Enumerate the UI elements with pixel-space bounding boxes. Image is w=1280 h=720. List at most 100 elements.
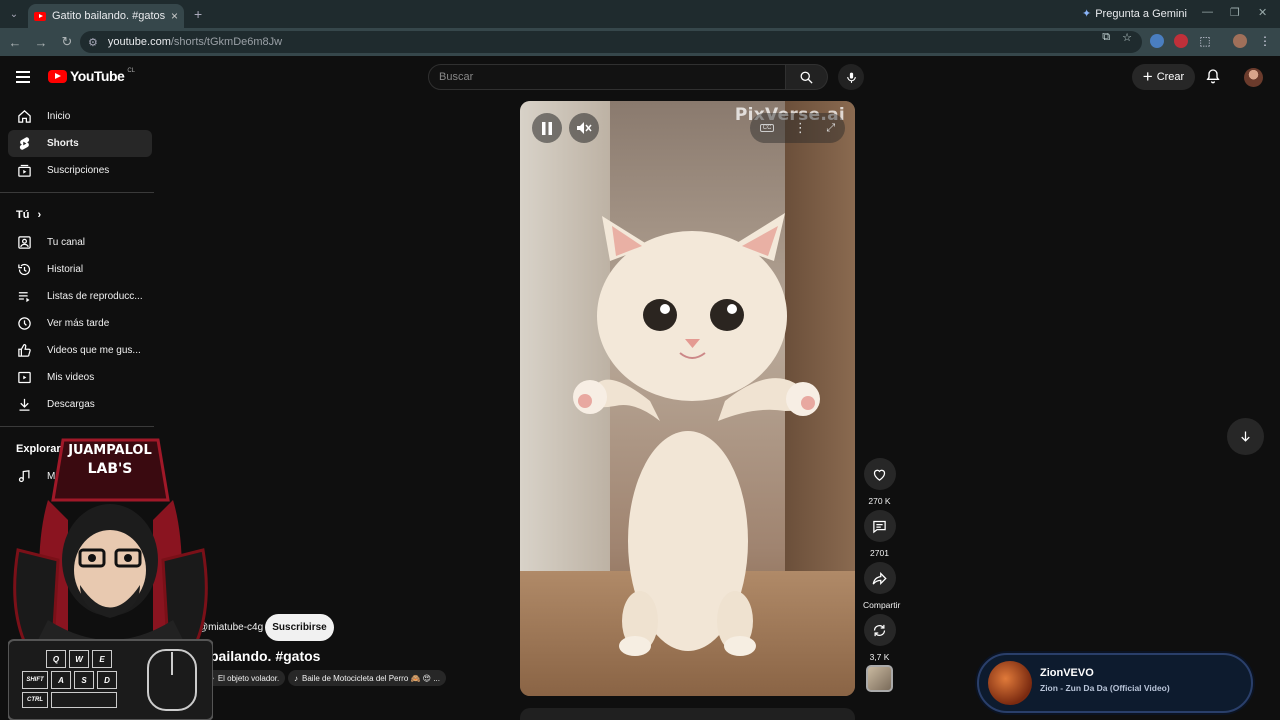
sidebar-item-historial[interactable]: Historial [8,256,152,283]
now-playing-popup[interactable]: ZionVEVO Zion - Zun Da Da (Official Vide… [977,653,1253,713]
sidebar-item-label: Listas de reproducc... [47,291,143,302]
search-input[interactable] [439,71,785,83]
url-host: youtube.com [107,36,171,48]
chip-label: El objeto volador. [217,673,280,683]
sidebar-item-videos-que-me-gustan[interactable]: Videos que me gus... [8,337,152,364]
next-video-preview [520,708,855,720]
reload-icon[interactable]: ↻ [54,34,80,50]
back-arrow-icon[interactable]: ← [2,35,28,50]
comment-icon [873,520,886,533]
remix-action: 3,7 K [863,614,896,662]
key-w: W [69,650,89,668]
more-options-icon[interactable]: ⋮ [794,120,807,136]
playlists-icon [16,289,32,305]
chip-label: Baile de Motocicleta del Perro 🙈 😍 ... [302,673,440,683]
youtube-logo[interactable]: YouTube CL [48,68,135,84]
new-tab-icon[interactable]: + [194,6,202,22]
gemini-label: Pregunta a Gemini [1095,7,1187,20]
sidebar-item-mis-videos[interactable]: Mis videos [8,364,152,391]
shorts-icon [16,136,32,152]
next-short-button[interactable] [1227,418,1264,455]
dancing-kitten-image [573,213,820,656]
tab-close-icon[interactable]: × [171,9,178,23]
microphone-icon [846,72,856,83]
sidebar-item-descargas[interactable]: Descargas [8,391,152,418]
subscribe-button[interactable]: Suscribirse [265,614,334,641]
streamer-overlay: JUAMPALOL LAB'S Q W E SHIFT A S D CTRL [8,430,213,720]
sidebar-divider [0,426,154,427]
sidebar-item-shorts[interactable]: Shorts [8,130,152,157]
comments-button[interactable] [863,510,896,542]
like-button[interactable] [863,458,896,490]
create-button[interactable]: + Crear [1132,64,1195,90]
restore-icon[interactable]: ❐ [1230,6,1240,19]
remix-button[interactable] [863,614,896,646]
tab-search-chevron-icon[interactable]: ⌄ [0,0,28,28]
install-app-icon[interactable]: ⧉ [1102,31,1110,44]
key-shift: SHIFT [22,671,48,689]
like-count: 270 K [868,496,891,506]
omnibox-actions: ⧉ ☆ [1102,31,1132,44]
sidebar-item-label: Mis videos [47,372,95,383]
sidebar-item-inicio[interactable]: Inicio [8,103,152,130]
minimize-icon[interactable]: — [1202,6,1213,18]
video-title[interactable]: bailando. #gatos [210,648,320,664]
site-info-icon[interactable]: ⚙ [88,36,98,49]
hamburger-menu-icon[interactable] [16,71,30,83]
account-avatar[interactable] [1244,68,1263,87]
search-button[interactable] [786,64,828,90]
voice-search-button[interactable] [838,64,864,90]
closed-captions-button[interactable]: CC [759,124,775,132]
extension-1-icon[interactable] [1150,34,1164,48]
logo-text: YouTube [70,68,125,84]
youtube-play-icon [48,69,67,83]
share-button[interactable] [863,562,896,594]
sidebar-item-tu-canal[interactable]: Tu canal [8,229,152,256]
youtube-header: YouTube CL + Crear [0,56,1280,98]
sidebar-item-label: Suscripciones [47,165,110,176]
share-action: Compartir [863,562,900,610]
close-window-icon[interactable]: ✕ [1258,6,1267,19]
browser-toolbar: ← → ↻ ⚙ youtube.com/shorts/tGkmDe6m8Jw ⧉… [0,28,1280,56]
forward-arrow-icon[interactable]: → [28,35,54,50]
heart-icon [873,469,886,481]
brand-line1: JUAMPALOL [68,443,152,458]
mute-button[interactable] [569,113,599,143]
sidebar-item-label: Ver más tarde [47,318,110,329]
gemini-button[interactable]: ✦ Pregunta a Gemini [1082,7,1187,21]
watch-later-icon [16,316,32,332]
music-note-icon: ♪ [294,673,298,683]
suggestion-chip[interactable]: • El objeto volador. [205,670,286,686]
fullscreen-icon[interactable]: ⤢ [826,122,835,135]
sidebar-item-suscripciones[interactable]: Suscripciones [8,157,152,184]
shorts-video-player[interactable]: PixVerse.ai CC ⋮ ⤢ [520,101,855,696]
key-s: S [74,671,94,689]
sidebar-item-ver-mas-tarde[interactable]: Ver más tarde [8,310,152,337]
pause-button[interactable] [532,113,562,143]
my-videos-icon [16,370,32,386]
brand-line2: LAB'S [87,461,133,477]
heading-label: Tú [16,209,30,221]
notifications-bell-icon[interactable] [1205,68,1221,89]
album-art [988,661,1032,705]
profile-avatar-icon[interactable] [1233,34,1247,48]
suggestion-chip[interactable]: ♪ Baile de Motocicleta del Perro 🙈 😍 ... [288,670,446,686]
key-q: Q [46,650,66,668]
sidebar-item-label: Videos que me gus... [47,345,141,356]
key-e: E [92,650,112,668]
arrow-down-icon [1241,431,1250,442]
sidebar-item-listas[interactable]: Listas de reproducc... [8,283,152,310]
address-bar[interactable]: ⚙ youtube.com/shorts/tGkmDe6m8Jw [80,31,1142,53]
sidebar-heading-tu[interactable]: Tú › [0,201,154,229]
extensions-puzzle-icon[interactable]: ⬚ [1198,34,1212,48]
extension-2-icon[interactable] [1174,34,1188,48]
browser-tab-active[interactable]: Gatito bailando. #gatos - YouTube × [28,4,184,28]
browser-menu-icon[interactable]: ⋮ [1258,34,1272,48]
download-icon [16,397,32,413]
audio-track-thumbnail[interactable] [866,665,893,692]
bookmark-star-icon[interactable]: ☆ [1122,31,1132,44]
history-icon [16,262,32,278]
country-code: CL [127,68,135,74]
plus-icon: + [1142,66,1153,86]
like-action: 270 K [863,458,896,506]
